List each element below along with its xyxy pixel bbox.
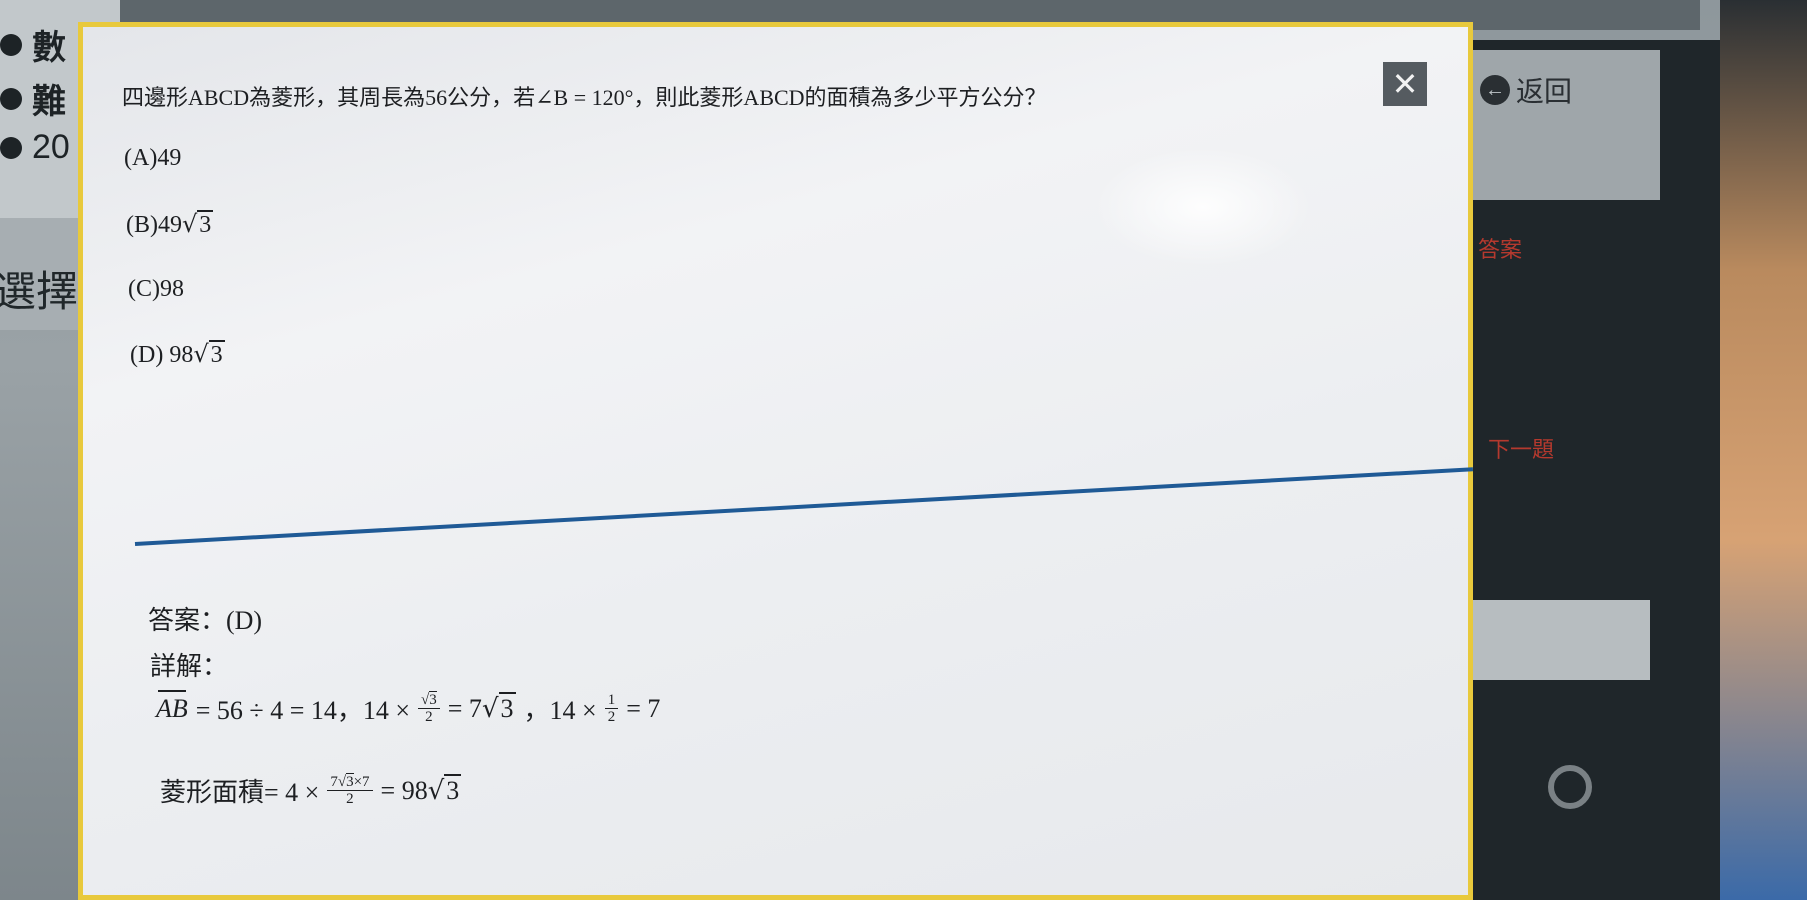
close-button[interactable]: ✕ — [1383, 62, 1427, 106]
formula1-part1: = 56 ÷ 4 = 14，14 × — [195, 696, 411, 725]
background-desk — [1720, 0, 1807, 900]
formula2-result: = 98√3 — [380, 773, 462, 806]
option-d[interactable]: (D) 98√3 — [130, 340, 225, 369]
option-a[interactable]: (A)49 — [124, 145, 181, 172]
option-c[interactable]: (C)98 — [128, 276, 184, 303]
formula1-part3: ，14 × — [523, 696, 597, 725]
info-row-subject: 數 — [0, 20, 66, 69]
formula1-part4: = 7 — [626, 693, 661, 723]
circle-button-icon[interactable] — [1548, 765, 1592, 809]
formula-side-length: AB = 56 ÷ 4 = 14，14 × √3 2 = 7√3 ，14 × 1… — [156, 689, 661, 727]
fraction-sqrt3-over-2: √3 2 — [418, 690, 440, 726]
back-button[interactable]: ← 返回 — [1480, 70, 1572, 110]
side-label-answer[interactable]: 答案 — [1478, 232, 1522, 264]
explanation-label: 詳解： — [150, 652, 229, 681]
answer-text: 答案：(D) — [148, 606, 263, 635]
sqrt-symbol: √3 — [193, 340, 225, 368]
sqrt-symbol: √3 — [182, 210, 214, 238]
background-input-strip[interactable] — [1470, 600, 1650, 680]
formula2-label: 菱形面積= 4 × — [160, 778, 320, 807]
info-row-year: 20 — [0, 128, 70, 167]
arrow-left-icon: ← — [1480, 75, 1510, 105]
fraction-area: 7√3×7 2 — [327, 772, 373, 808]
side-label-next[interactable]: 下一題 — [1488, 432, 1554, 464]
segment-ab: AB — [156, 689, 188, 723]
bullet-icon — [0, 33, 22, 56]
option-b[interactable]: (B)49√3 — [126, 210, 214, 239]
answer-modal — [78, 22, 1473, 900]
option-c-text: (C)98 — [128, 276, 184, 302]
info-row-difficulty: 難 — [0, 74, 66, 123]
formula-area: 菱形面積= 4 × 7√3×7 2 = 98√3 — [160, 772, 462, 809]
option-b-text: (B)49 — [126, 212, 182, 238]
screen-glare — [1093, 147, 1313, 267]
select-label[interactable]: 選擇 — [0, 258, 78, 319]
option-a-text: (A)49 — [124, 145, 182, 171]
question-text: 四邊形ABCD為菱形，其周長為56公分，若∠B = 120°，則此菱形ABCD的… — [122, 85, 1047, 110]
bullet-icon — [0, 136, 22, 159]
fraction-1-over-2: 1 2 — [604, 692, 619, 726]
bullet-icon — [0, 87, 22, 110]
formula1-part2: = 7√3 — [447, 691, 516, 724]
option-d-text: (D) 98 — [130, 342, 194, 368]
